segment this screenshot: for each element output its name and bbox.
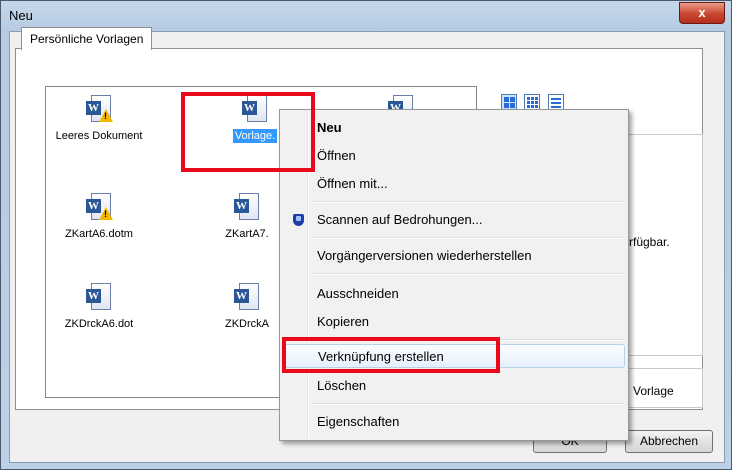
tab-personal-templates[interactable]: Persönliche Vorlagen — [21, 27, 153, 50]
menu-item-scan-threats[interactable]: Scannen auf Bedrohungen... — [283, 208, 625, 232]
word-macro-template-icon: W — [86, 193, 113, 223]
menu-separator — [312, 273, 624, 275]
file-label: ZKDrckA — [225, 318, 269, 330]
menu-separator — [312, 403, 624, 405]
cancel-button[interactable]: Abbrechen — [625, 430, 713, 453]
menu-item-label: Öffnen mit... — [317, 176, 388, 191]
view-mode-buttons — [501, 94, 568, 110]
dialog-window: Neu x Persönliche Vorlagen W Leeres Doku… — [0, 0, 732, 470]
file-label: ZKDrckA6.dot — [64, 318, 134, 330]
menu-item-label: Eigenschaften — [317, 414, 400, 429]
file-label: ZKartA7. — [225, 228, 269, 240]
highlight-box-selected-file — [181, 92, 315, 172]
file-label: ZKartA6.dotm — [65, 228, 133, 240]
file-zkarta6[interactable]: W ZKartA6.dotm — [46, 193, 154, 241]
create-new-template-label[interactable]: Vorlage — [633, 384, 674, 398]
menu-item-label: Löschen — [317, 378, 367, 393]
menu-item-copy[interactable]: Kopieren — [283, 310, 625, 334]
menu-item-previous-versions[interactable]: Vorgängerversionen wiederherstellen — [283, 244, 625, 268]
menu-item-label: Ausschneiden — [317, 286, 399, 301]
word-template-icon: W — [234, 283, 260, 313]
close-button[interactable]: x — [679, 2, 725, 24]
menu-item-cut[interactable]: Ausschneiden — [283, 282, 625, 306]
menu-item-label: Öffnen — [317, 148, 356, 163]
menu-item-properties[interactable]: Eigenschaften — [283, 410, 625, 434]
file-leeres-dokument[interactable]: W Leeres Dokument — [46, 95, 154, 143]
menu-separator — [312, 237, 624, 239]
word-template-icon: W — [86, 283, 112, 313]
menu-item-oeffnen[interactable]: Öffnen — [283, 144, 625, 168]
shield-icon — [293, 214, 304, 226]
file-zkdrcka6[interactable]: W ZKDrckA6.dot — [46, 283, 154, 331]
menu-item-delete[interactable]: Löschen — [283, 374, 625, 398]
large-icons-view-icon[interactable] — [501, 94, 517, 110]
menu-item-neu[interactable]: Neu — [283, 116, 625, 140]
preview-text: rfügbar. — [629, 235, 670, 249]
word-macro-template-icon: W — [86, 95, 113, 125]
menu-item-oeffnen-mit[interactable]: Öffnen mit... — [283, 172, 625, 196]
menu-item-label: Neu — [317, 120, 342, 135]
menu-item-label: Kopieren — [317, 314, 370, 329]
window-title: Neu — [9, 8, 33, 23]
word-template-icon: W — [234, 193, 260, 223]
highlight-box-create-shortcut — [282, 337, 500, 373]
file-label: Leeres Dokument — [55, 130, 143, 142]
list-view-icon[interactable] — [524, 94, 541, 110]
details-view-icon[interactable] — [547, 94, 564, 110]
context-menu: Neu Öffnen Öffnen mit... Scannen auf Bed… — [279, 109, 629, 441]
menu-item-label: Scannen auf Bedrohungen... — [317, 212, 483, 227]
menu-item-label: Vorgängerversionen wiederherstellen — [317, 248, 532, 263]
menu-separator — [312, 201, 624, 203]
